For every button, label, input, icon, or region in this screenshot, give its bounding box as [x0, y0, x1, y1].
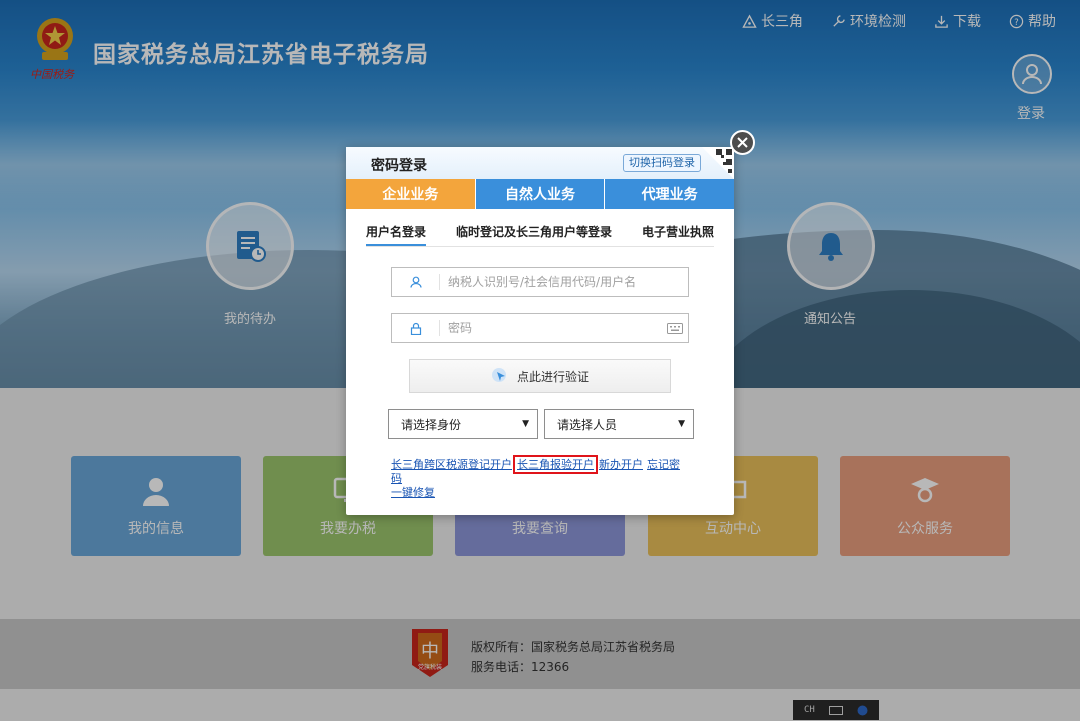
modal-links: 长三角跨区税源登记开户 长三角报验开户 新办开户 忘记密码 一键修复	[391, 455, 691, 500]
tab-e-license-login[interactable]: 电子营业执照	[642, 223, 714, 246]
switch-qr-login-button[interactable]: 切换扫码登录	[623, 154, 701, 172]
pointer-icon	[491, 368, 506, 382]
link-yangtze-inspection-account[interactable]: 长三角报验开户	[513, 455, 598, 474]
tab-enterprise[interactable]: 企业业务	[346, 179, 476, 209]
captcha-verify-button[interactable]: 点此进行验证	[409, 359, 671, 393]
login-modal: 密码登录 切换扫码登录 企业业务 自然人业务 代理业务 用户名登录 临时登记及长…	[346, 147, 735, 515]
modal-close-button[interactable]	[730, 130, 755, 155]
username-field	[391, 267, 689, 297]
verify-label: 点此进行验证	[516, 369, 589, 384]
link-cross-region-registration[interactable]: 长三角跨区税源登记开户	[391, 458, 512, 471]
tab-temp-registration-login[interactable]: 临时登记及长三角用户等登录	[456, 223, 612, 246]
tab-natural-person[interactable]: 自然人业务	[475, 179, 606, 209]
chevron-down-icon: ▼	[522, 419, 529, 429]
password-input[interactable]	[440, 315, 662, 341]
identity-select-value: 请选择身份	[401, 417, 462, 432]
password-field	[391, 313, 689, 343]
lock-icon	[392, 320, 440, 336]
username-input[interactable]	[440, 269, 688, 295]
identity-select[interactable]: 请选择身份 ▼	[388, 409, 538, 439]
close-icon	[737, 137, 748, 148]
link-one-click-repair[interactable]: 一键修复	[391, 486, 435, 499]
modal-title: 密码登录	[371, 158, 427, 174]
keyboard-icon[interactable]	[662, 322, 688, 334]
business-tabs: 企业业务 自然人业务 代理业务	[346, 179, 735, 209]
qr-code-icon[interactable]	[702, 147, 734, 179]
link-new-account[interactable]: 新办开户	[599, 458, 643, 471]
login-method-tabs: 用户名登录 临时登记及长三角用户等登录 电子营业执照	[366, 223, 714, 247]
tab-agent[interactable]: 代理业务	[605, 179, 735, 209]
tab-username-login[interactable]: 用户名登录	[366, 223, 427, 246]
person-select-value: 请选择人员	[557, 417, 618, 432]
user-icon	[392, 274, 440, 290]
chevron-down-icon: ▼	[678, 419, 685, 429]
person-select[interactable]: 请选择人员 ▼	[544, 409, 694, 439]
